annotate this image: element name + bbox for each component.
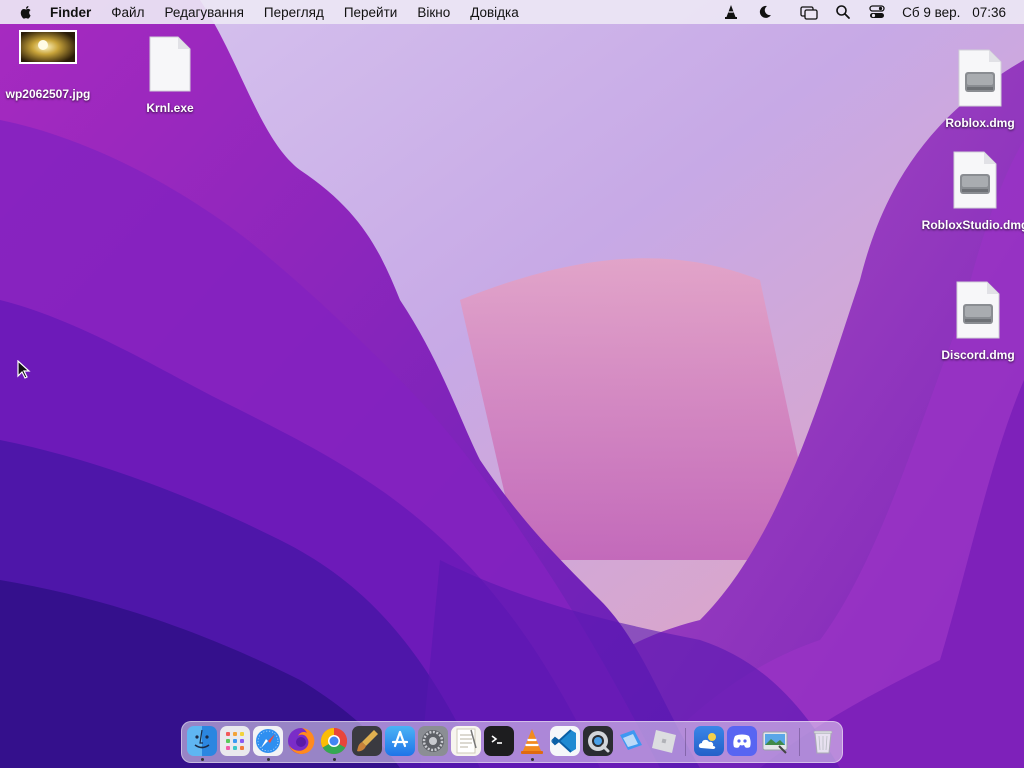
menu-help[interactable]: Довідка [470,5,519,20]
control-center-icon[interactable] [868,3,886,21]
menubar-clock[interactable]: Сб 9 вер. 07:36 [902,5,1006,20]
running-indicator [267,758,270,761]
menu-bar: Finder Файл Редагування Перегляд Перейти… [0,0,1024,24]
moon-icon[interactable] [756,3,774,21]
menu-edit[interactable]: Редагування [164,5,243,20]
app-store-icon[interactable] [385,726,415,756]
image-thumbnail-icon [19,30,77,64]
mouse-cursor-icon [17,360,31,379]
document-icon [149,36,191,92]
menu-app-finder[interactable]: Finder [50,5,91,20]
menu-window[interactable]: Вікно [417,5,450,20]
finder-icon[interactable] [187,726,217,756]
vlc-icon[interactable] [517,726,547,756]
roblox-studio-icon[interactable] [616,726,646,756]
disk-image-icon [958,49,1002,107]
desktop-item-label: Krnl.exe [146,101,194,115]
menu-view[interactable]: Перегляд [264,5,324,20]
system-preferences-icon[interactable] [418,726,448,756]
weather-icon[interactable] [694,726,724,756]
vscode-icon[interactable] [550,726,580,756]
screen-mirroring-icon[interactable] [800,3,818,21]
desktop-item-label: wp2062507.jpg [5,87,91,101]
running-indicator [531,758,534,761]
preview-icon[interactable] [760,726,790,756]
search-icon[interactable] [834,3,852,21]
textedit-icon[interactable] [451,726,481,756]
disk-image-icon [953,151,997,209]
menubar-time: 07:36 [972,4,1006,20]
desktop-item-label: Roblox.dmg [945,116,1015,130]
desktop-item-wallpaper-jpg[interactable]: wp2062507.jpg [0,30,96,101]
menu-file[interactable]: Файл [111,5,144,20]
desktop-item-discord-dmg[interactable]: Discord.dmg [928,280,1024,362]
firefox-icon[interactable] [286,726,316,756]
desktop-item-label: RobloxStudio.dmg [921,218,1024,232]
running-indicator [333,758,336,761]
desktop-item-krnl-exe[interactable]: Krnl.exe [122,35,218,115]
terminal-icon[interactable] [484,726,514,756]
desktop-item-roblox-dmg[interactable]: Roblox.dmg [930,48,1024,130]
roblox-icon[interactable] [649,726,679,756]
trash-icon[interactable] [808,726,838,756]
launchpad-icon[interactable] [220,726,250,756]
discord-icon[interactable] [727,726,757,756]
dock-separator [685,728,686,756]
safari-icon[interactable] [253,726,283,756]
disk-image-icon [956,281,1000,339]
running-indicator [201,758,204,761]
menu-go[interactable]: Перейти [344,5,398,20]
menubar-date: Сб 9 вер. [902,4,961,20]
desktop-wallpaper [0,0,1024,768]
vlc-icon[interactable] [722,3,740,21]
chrome-icon[interactable] [319,726,349,756]
sketch-brush-icon[interactable] [352,726,382,756]
desktop-item-robloxstudio-dmg[interactable]: RobloxStudio.dmg [910,150,1024,232]
dock [181,721,843,763]
apple-icon[interactable] [18,4,34,20]
dock-separator [799,728,800,756]
quicktime-icon[interactable] [583,726,613,756]
desktop-item-label: Discord.dmg [941,348,1015,362]
